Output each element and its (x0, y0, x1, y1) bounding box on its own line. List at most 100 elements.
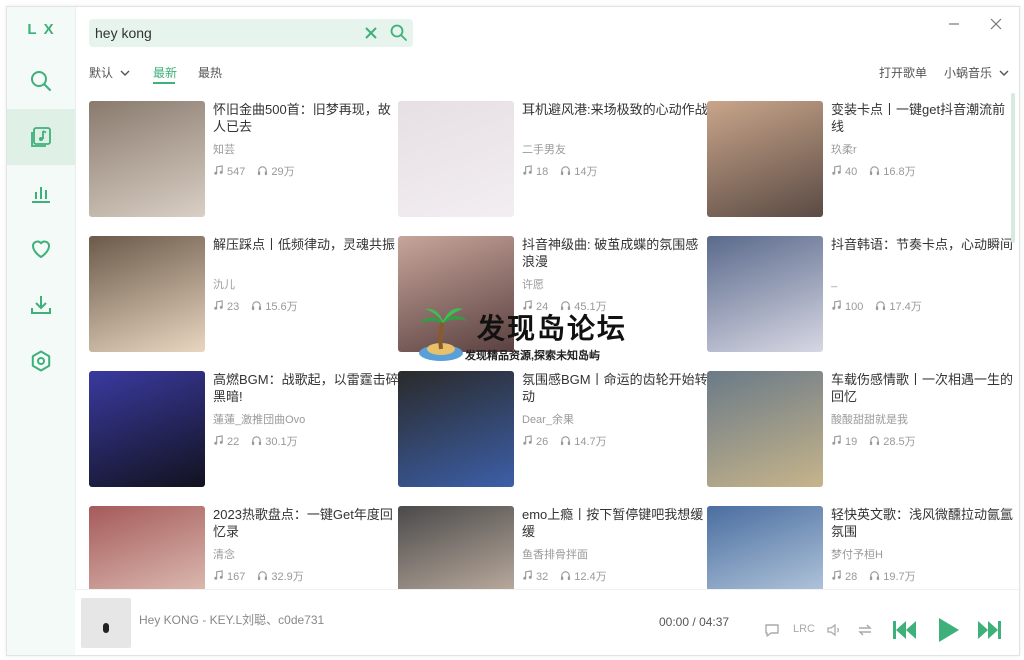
repeat-icon[interactable] (855, 620, 875, 640)
source-dropdown[interactable]: 小蜗音乐 (944, 64, 1009, 81)
playlist-title[interactable]: 耳机避风港:来场极致的心动作战 (522, 101, 708, 118)
comment-icon[interactable] (763, 621, 781, 639)
song-count: 28 (845, 571, 858, 583)
sort-dropdown[interactable]: 默认 (89, 64, 130, 81)
song-count: 100 (845, 301, 864, 313)
music-note-icon (832, 435, 841, 445)
search-icon (31, 71, 51, 91)
clear-search-icon[interactable] (363, 25, 379, 41)
active-tab-indicator (153, 82, 175, 84)
search-button-icon[interactable] (389, 23, 409, 43)
sidebar-item-search[interactable] (7, 53, 75, 109)
close-icon[interactable] (989, 17, 1003, 31)
playlist-card[interactable]: 耳机避风港:来场极致的心动作战 二手男友 18 14万 (398, 101, 708, 219)
open-songlist-button[interactable]: 打开歌单 (879, 64, 927, 81)
playlist-cover[interactable] (707, 101, 823, 217)
playlist-card[interactable]: 氛围感BGM丨命运的齿轮开始转动 Dear_余果 26 14.7万 (398, 371, 708, 489)
playlist-author: 蓮蓮_激推団曲Ovo (213, 414, 306, 426)
playlist-stats: 19 28.5万 (831, 433, 928, 449)
player-bar: Hey KONG - KEY.L刘聪、c0de731 00:00 / 04:37… (75, 589, 1019, 655)
scrollbar[interactable] (1011, 93, 1015, 243)
headphones-icon (252, 436, 262, 446)
chevron-down-icon (999, 70, 1009, 76)
playlist-cover[interactable] (89, 236, 205, 352)
playlist-title[interactable]: 2023热歌盘点：一键Get年度回忆录 (213, 506, 399, 540)
song-count: 19 (845, 436, 858, 448)
minimize-icon[interactable] (947, 17, 961, 31)
app-logo: LX (27, 21, 61, 38)
playlist-card[interactable]: 怀旧金曲500首：旧梦再现，故人已去 知芸 547 29万 (89, 101, 391, 219)
sidebar-item-songlist[interactable] (7, 109, 75, 165)
headphones-icon (870, 166, 880, 176)
sidebar-item-favorites[interactable] (7, 221, 75, 277)
music-note-icon (523, 165, 532, 175)
music-note-icon (214, 165, 223, 175)
playlist-stats: 28 19.7万 (831, 568, 928, 584)
time-separator: / (692, 615, 696, 629)
volume-icon[interactable] (825, 621, 843, 639)
heart-icon (32, 240, 50, 258)
playlist-cover[interactable] (398, 101, 514, 217)
headphones-icon (876, 301, 886, 311)
playlist-title[interactable]: emo上瘾丨按下暂停键吧我想缓缓 (522, 506, 708, 540)
playlist-author: Dear_余果 (522, 414, 574, 426)
music-note-icon (523, 435, 532, 445)
playlist-card[interactable]: 高燃BGM：战歌起，以雷霆击碎黑暗! 蓮蓮_激推団曲Ovo 22 30.1万 (89, 371, 399, 489)
sidebar-item-download[interactable] (7, 277, 75, 333)
playlist-title[interactable]: 抖音韩语：节奏卡点，心动瞬间 (831, 236, 1017, 253)
tab-latest[interactable]: 最新 (153, 64, 177, 81)
sidebar: LX (7, 7, 76, 655)
lyrics-toggle[interactable]: LRC (793, 623, 815, 635)
playlist-author: 清念 (213, 549, 235, 561)
palm-island-logo (419, 308, 467, 361)
playlist-author: 鱼香排骨拌面 (522, 549, 588, 561)
playlist-title[interactable]: 轻快英文歌：浅风微醺拉动氤氲氛围 (831, 506, 1017, 540)
now-playing-title[interactable]: Hey KONG - KEY.L刘聪、c0de731 (139, 611, 324, 628)
playlist-author: _ (831, 276, 838, 288)
playlist-card[interactable]: 抖音韩语：节奏卡点，心动瞬间 _ 100 17.4万 (707, 236, 1013, 354)
playlist-cover[interactable] (89, 371, 205, 487)
playback-time: 00:00 / 04:37 (659, 615, 729, 629)
tab-hottest[interactable]: 最热 (198, 64, 222, 81)
play-count: 32.9万 (271, 571, 304, 583)
playlist-cover[interactable] (707, 371, 823, 487)
playlist-title[interactable]: 高燃BGM：战歌起，以雷霆击碎黑暗! (213, 371, 399, 405)
music-list-icon (31, 127, 51, 147)
download-icon (31, 296, 51, 314)
playlist-cover[interactable] (398, 371, 514, 487)
playlist-card[interactable]: 解压踩点丨低频律动，灵魂共振 氿儿 23 15.6万 (89, 236, 395, 354)
playlist-cover[interactable] (707, 236, 823, 352)
settings-icon (31, 350, 51, 372)
play-count: 16.8万 (883, 166, 916, 178)
watermark: 发现岛论坛 发现精品资源,探索未知岛屿 (407, 303, 637, 365)
playlist-author: 知芸 (213, 144, 235, 156)
now-playing-cover[interactable] (81, 598, 131, 648)
song-count: 23 (227, 301, 240, 313)
playlist-author: 许愿 (522, 279, 544, 291)
previous-track-icon[interactable] (891, 618, 919, 642)
app-window: LX 默认 最新 最热 打开歌单 小蜗音乐 (6, 6, 1020, 656)
playlist-cover[interactable] (89, 101, 205, 217)
playlist-stats: 32 12.4万 (522, 568, 619, 584)
headphones-icon (252, 301, 262, 311)
sidebar-item-leaderboard[interactable] (7, 165, 75, 221)
next-track-icon[interactable] (975, 618, 1003, 642)
music-note-icon (214, 435, 223, 445)
search-input[interactable] (95, 19, 355, 47)
playlist-card[interactable]: 变装卡点丨一键get抖音潮流前线 玖柔r 40 16.8万 (707, 101, 1007, 219)
playlist-title[interactable]: 抖音神级曲: 破茧成蝶的氛围感浪漫 (522, 236, 708, 270)
playlist-author: 梦付予桓H (831, 549, 883, 561)
headphones-icon (561, 571, 571, 581)
playlist-title[interactable]: 车载伤感情歌丨一次相遇一生的回忆 (831, 371, 1017, 405)
playlist-title[interactable]: 怀旧金曲500首：旧梦再现，故人已去 (213, 101, 399, 135)
chart-icon (32, 187, 50, 203)
playlist-title[interactable]: 变装卡点丨一键get抖音潮流前线 (831, 101, 1017, 135)
sidebar-item-settings[interactable] (7, 333, 75, 389)
playlist-title[interactable]: 解压踩点丨低频律动，灵魂共振 (213, 236, 399, 253)
song-count: 22 (227, 436, 240, 448)
play-count: 12.4万 (574, 571, 607, 583)
play-icon[interactable] (935, 616, 961, 644)
playlist-stats: 40 16.8万 (831, 163, 928, 179)
playlist-title[interactable]: 氛围感BGM丨命运的齿轮开始转动 (522, 371, 708, 405)
playlist-card[interactable]: 车载伤感情歌丨一次相遇一生的回忆 酸酸甜甜就是我 19 28.5万 (707, 371, 1013, 489)
